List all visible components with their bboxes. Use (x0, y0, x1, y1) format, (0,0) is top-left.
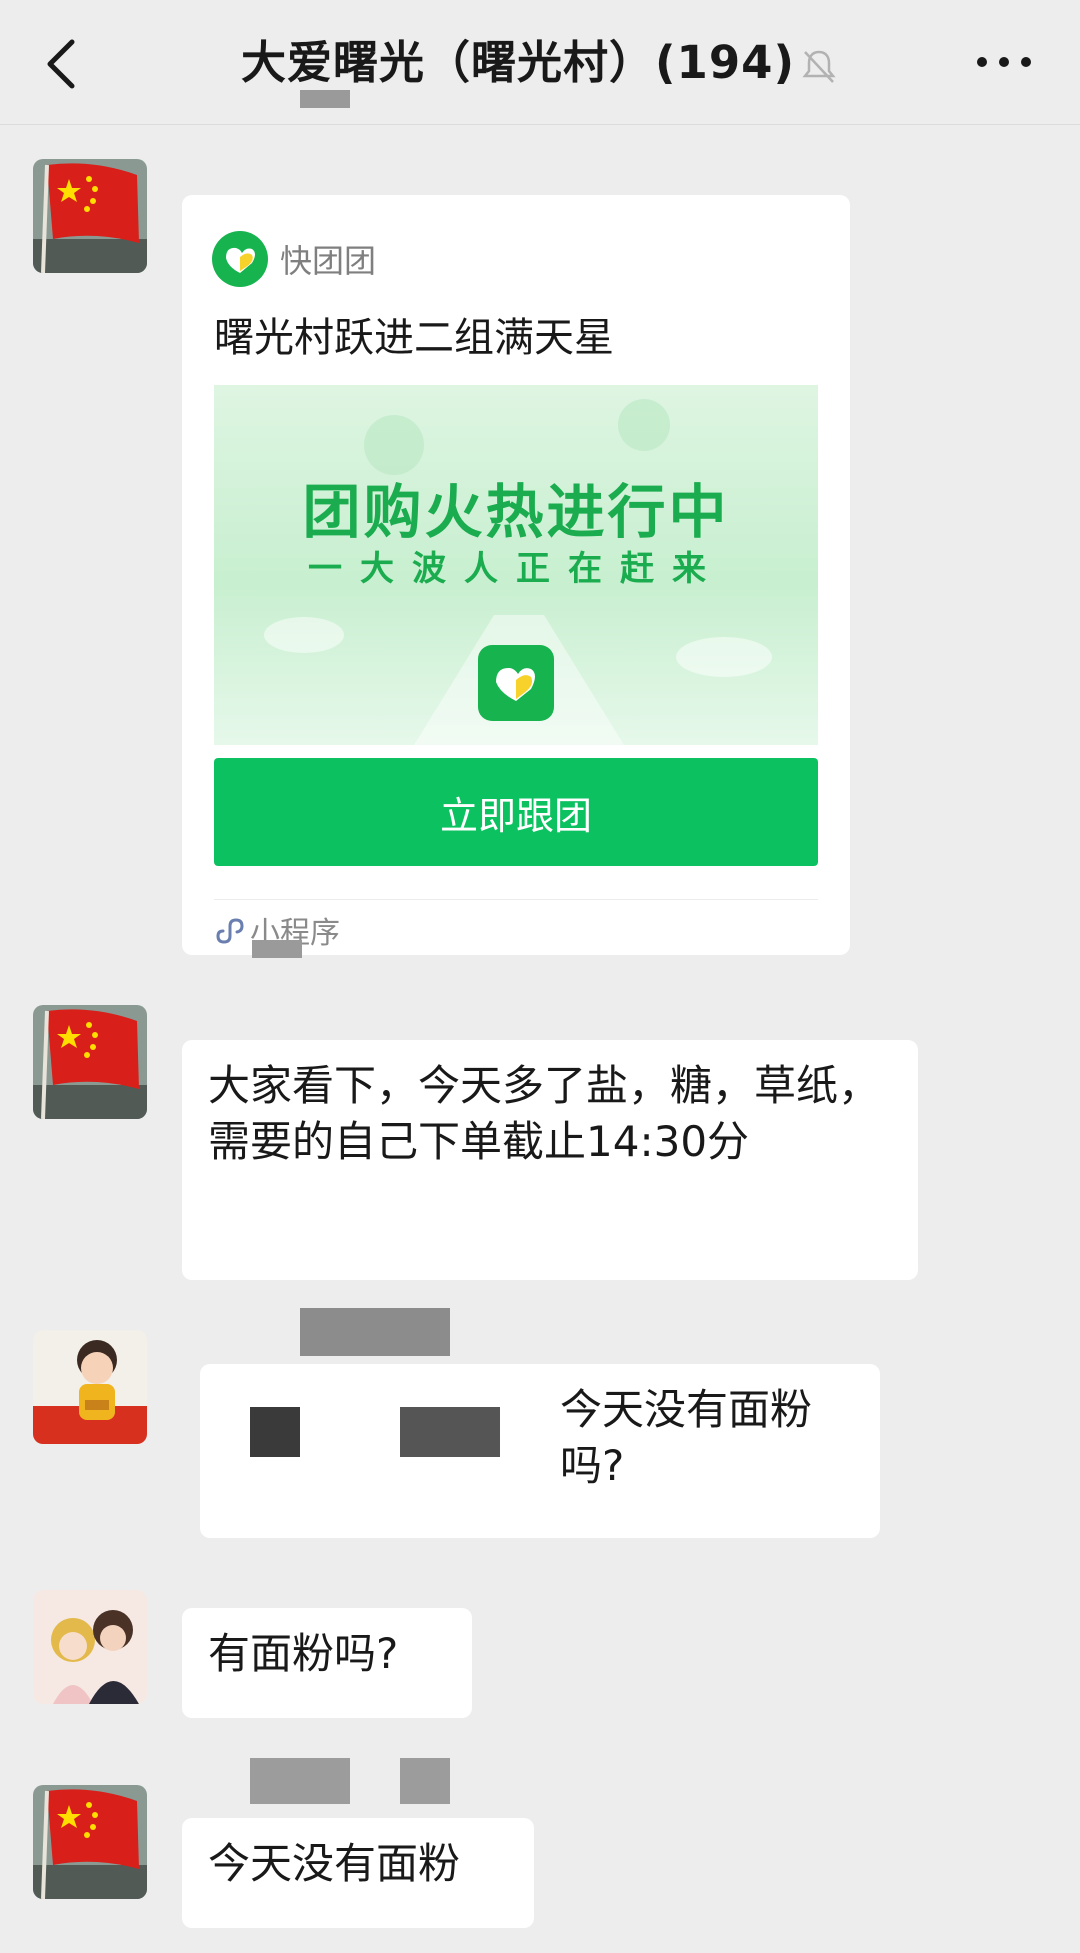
chat-title-row: 大爱曙光（曙光村）(194) (0, 28, 1080, 98)
kuaituantuan-logo-icon (212, 231, 268, 287)
china-flag-avatar[interactable] (33, 1785, 147, 1899)
privacy-blur (250, 1758, 350, 1804)
join-group-button[interactable]: 立即跟团 (214, 758, 818, 866)
more-dots-icon (977, 57, 1031, 67)
chat-header: 大爱曙光（曙光村）(194) (0, 0, 1080, 125)
card-title: 曙光村跃进二组满天星 (214, 315, 614, 361)
baby-photo-avatar[interactable] (33, 1330, 147, 1444)
couple-illustration-avatar[interactable] (33, 1590, 147, 1704)
message-bubble[interactable]: 今天没有面粉吗? (200, 1364, 880, 1538)
china-flag-avatar-image (33, 1785, 147, 1899)
china-flag-avatar[interactable] (33, 1005, 147, 1119)
privacy-blur (400, 1758, 450, 1804)
privacy-blur (250, 1407, 300, 1457)
message-bubble[interactable]: 今天没有面粉 (182, 1818, 534, 1928)
kuaituantuan-app-icon (478, 645, 554, 721)
card-app-row: 快团团 (212, 231, 376, 287)
china-flag-avatar-image (33, 1005, 147, 1119)
privacy-blur (400, 1407, 500, 1457)
chat-title: 大爱曙光（曙光村）(194) (240, 36, 796, 89)
china-flag-avatar[interactable] (33, 159, 147, 273)
couple-illustration-avatar-image (33, 1590, 147, 1704)
banner-subtitle: 一大波人正在赶来 (308, 549, 724, 589)
card-banner[interactable]: 团购火热进行中 一大波人正在赶来 (214, 385, 818, 745)
card-divider (214, 899, 818, 900)
privacy-blur (252, 940, 302, 958)
privacy-blur (300, 90, 350, 108)
message-bubble[interactable]: 大家看下，今天多了盐，糖，草纸，需要的自己下单截止14:30分 (182, 1040, 918, 1280)
message-bubble[interactable]: 有面粉吗? (182, 1608, 472, 1718)
more-button[interactable] (974, 42, 1034, 82)
privacy-blur (300, 1308, 450, 1356)
card-app-name: 快团团 (280, 242, 377, 280)
banner-title: 团购火热进行中 (302, 478, 730, 546)
china-flag-avatar-image (33, 159, 147, 273)
bell-slash-icon (802, 50, 836, 83)
mini-program-card[interactable]: 快团团 曙光村跃进二组满天星 团购火热进行中 一大波人正在赶来 立即跟团 小程序 (182, 195, 850, 955)
mini-program-icon (216, 918, 244, 944)
baby-photo-avatar-image (33, 1330, 147, 1444)
